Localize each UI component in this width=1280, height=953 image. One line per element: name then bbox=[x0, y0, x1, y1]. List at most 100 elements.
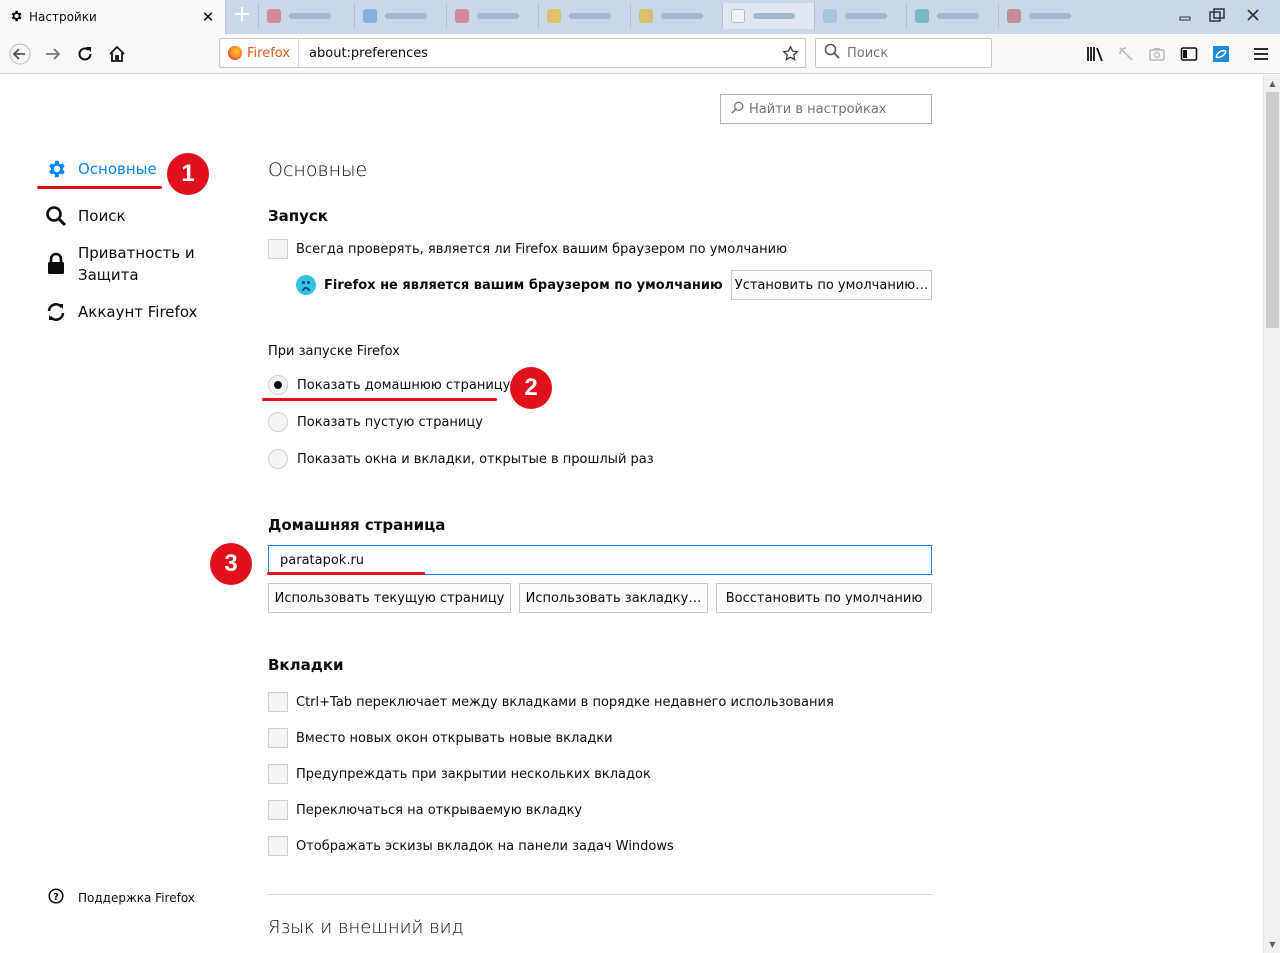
radio-button[interactable] bbox=[268, 449, 288, 469]
support-link[interactable]: ? Поддержка Firefox bbox=[48, 888, 195, 907]
background-tab[interactable] bbox=[538, 3, 630, 29]
annotation-badge: 3 bbox=[210, 543, 252, 585]
help-icon: ? bbox=[48, 888, 64, 907]
tabs-option-ctrl-tab[interactable]: Ctrl+Tab переключает между вкладками в п… bbox=[268, 692, 834, 712]
sync-extension-icon[interactable] bbox=[1209, 42, 1233, 66]
background-tab[interactable] bbox=[814, 3, 906, 29]
support-label: Поддержка Firefox bbox=[78, 890, 195, 905]
page-scrollbar[interactable]: ▲ ▼ bbox=[1263, 75, 1280, 953]
find-in-preferences-input[interactable]: Найти в настройках bbox=[720, 94, 932, 124]
minimize-button[interactable] bbox=[1168, 0, 1202, 30]
annotation-underline bbox=[37, 186, 162, 189]
restore-button[interactable] bbox=[1200, 0, 1234, 30]
sidebar-item-label: Поиск bbox=[78, 207, 126, 225]
find-placeholder: Найти в настройках bbox=[749, 101, 887, 117]
gear-icon bbox=[9, 9, 23, 26]
pocket-icon[interactable] bbox=[1114, 42, 1138, 66]
tabs-option-switch[interactable]: Переключаться на открываемую вкладку bbox=[268, 800, 582, 820]
default-browser-checkbox[interactable] bbox=[268, 239, 288, 259]
sidebar-item-label-group: Приватность и Защита bbox=[78, 242, 195, 286]
search-icon bbox=[824, 43, 847, 63]
checkbox[interactable] bbox=[268, 692, 288, 712]
tabs-option-taskbar-previews[interactable]: Отображать эскизы вкладок на панели зада… bbox=[268, 836, 674, 856]
background-tab[interactable] bbox=[906, 3, 998, 29]
set-default-button[interactable]: Установить по умолчанию… bbox=[731, 270, 932, 300]
background-tabs bbox=[258, 0, 1170, 34]
radio-button[interactable] bbox=[268, 412, 288, 432]
bookmark-star-icon[interactable] bbox=[775, 44, 805, 62]
startup-option-restore[interactable]: Показать окна и вкладки, открытые в прош… bbox=[268, 449, 654, 469]
url-bar[interactable]: Firefox about:preferences bbox=[219, 38, 806, 68]
radio-button[interactable] bbox=[268, 375, 288, 395]
checkbox-label: Вместо новых окон открывать новые вкладк… bbox=[296, 730, 613, 746]
background-tab[interactable] bbox=[998, 3, 1090, 29]
tabs-option-warn-close[interactable]: Предупреждать при закрытии нескольких вк… bbox=[268, 764, 651, 784]
annotation-badge: 1 bbox=[167, 153, 209, 195]
warning-text: Firefox не является вашим браузером по у… bbox=[324, 277, 723, 293]
background-tab[interactable] bbox=[354, 3, 446, 29]
search-icon bbox=[44, 204, 68, 228]
page-title: Основные bbox=[268, 159, 368, 181]
checkbox[interactable] bbox=[268, 764, 288, 784]
sidebar-item-label: Аккаунт Firefox bbox=[78, 303, 198, 321]
checkbox-label: Предупреждать при закрытии нескольких вк… bbox=[296, 766, 651, 782]
use-current-page-button[interactable]: Использовать текущую страницу bbox=[268, 583, 511, 613]
tab-title: Настройки bbox=[29, 10, 97, 24]
checkbox-label: Отображать эскизы вкладок на панели зада… bbox=[296, 838, 674, 854]
checkbox[interactable] bbox=[268, 728, 288, 748]
tab-close-icon[interactable]: ✕ bbox=[197, 8, 219, 26]
sidebar-item-privacy[interactable]: Приватность и Защита bbox=[44, 242, 195, 286]
search-bar[interactable]: Поиск bbox=[815, 38, 992, 68]
search-icon bbox=[731, 101, 749, 118]
section-divider bbox=[268, 894, 932, 895]
background-tab[interactable] bbox=[258, 3, 354, 29]
sidebar-item-sync[interactable]: Аккаунт Firefox bbox=[44, 300, 197, 324]
menu-icon[interactable] bbox=[1249, 42, 1273, 66]
sidebar-item-label: Приватность и bbox=[78, 244, 195, 262]
library-icon[interactable] bbox=[1083, 42, 1107, 66]
tab-preferences[interactable]: Настройки ✕ bbox=[0, 0, 226, 34]
background-tab[interactable] bbox=[722, 3, 814, 29]
scroll-up-arrow-icon[interactable]: ▲ bbox=[1264, 75, 1280, 92]
background-tab[interactable] bbox=[630, 3, 722, 29]
use-bookmark-button[interactable]: Использовать закладку… bbox=[519, 583, 708, 613]
restore-default-button[interactable]: Восстановить по умолчанию bbox=[716, 583, 932, 613]
checkbox[interactable] bbox=[268, 836, 288, 856]
annotation-badge: 2 bbox=[510, 367, 552, 409]
sidebar-item-label: Защита bbox=[78, 266, 139, 284]
identity-box[interactable]: Firefox bbox=[220, 39, 300, 67]
sidebar-item-label: Основные bbox=[78, 160, 157, 178]
gear-icon bbox=[44, 157, 68, 181]
tabs-option-open-in-tabs[interactable]: Вместо новых окон открывать новые вкладк… bbox=[268, 728, 613, 748]
screenshot-icon[interactable] bbox=[1145, 42, 1169, 66]
preferences-page: Найти в настройках Основные Поиск Приват… bbox=[0, 75, 1263, 953]
search-placeholder: Поиск bbox=[847, 45, 889, 61]
svg-text:?: ? bbox=[53, 892, 59, 903]
tabs-heading: Вкладки bbox=[268, 656, 344, 674]
sidebar-toggle-icon[interactable] bbox=[1177, 42, 1201, 66]
startup-option-blank[interactable]: Показать пустую страницу bbox=[268, 412, 483, 432]
new-tab-button[interactable]: + bbox=[231, 4, 253, 28]
scroll-down-arrow-icon[interactable]: ▼ bbox=[1264, 936, 1280, 953]
scroll-thumb[interactable] bbox=[1266, 92, 1279, 328]
back-button[interactable] bbox=[8, 42, 32, 66]
on-startup-label: При запуске Firefox bbox=[268, 344, 400, 359]
sidebar-item-search[interactable]: Поиск bbox=[44, 204, 126, 228]
homepage-heading: Домашняя страница bbox=[268, 516, 446, 534]
language-heading: Язык и внешний вид bbox=[268, 917, 464, 938]
url-text[interactable]: about:preferences bbox=[299, 46, 775, 61]
sidebar-item-general[interactable]: Основные bbox=[44, 157, 157, 181]
homepage-input[interactable]: paratapok.ru bbox=[268, 545, 932, 575]
forward-button[interactable] bbox=[41, 42, 65, 66]
window-close-button[interactable] bbox=[1236, 0, 1270, 30]
background-tab[interactable] bbox=[446, 3, 538, 29]
reload-button[interactable] bbox=[73, 42, 97, 66]
checkbox[interactable] bbox=[268, 800, 288, 820]
home-button[interactable] bbox=[105, 42, 129, 66]
startup-option-home[interactable]: Показать домашнюю страницу bbox=[268, 375, 510, 395]
annotation-underline bbox=[267, 572, 425, 575]
default-browser-checkbox-row[interactable]: Всегда проверять, является ли Firefox ва… bbox=[268, 239, 787, 259]
startup-heading: Запуск bbox=[268, 207, 328, 225]
checkbox-label: Переключаться на открываемую вкладку bbox=[296, 802, 583, 818]
annotation-underline bbox=[262, 398, 497, 401]
